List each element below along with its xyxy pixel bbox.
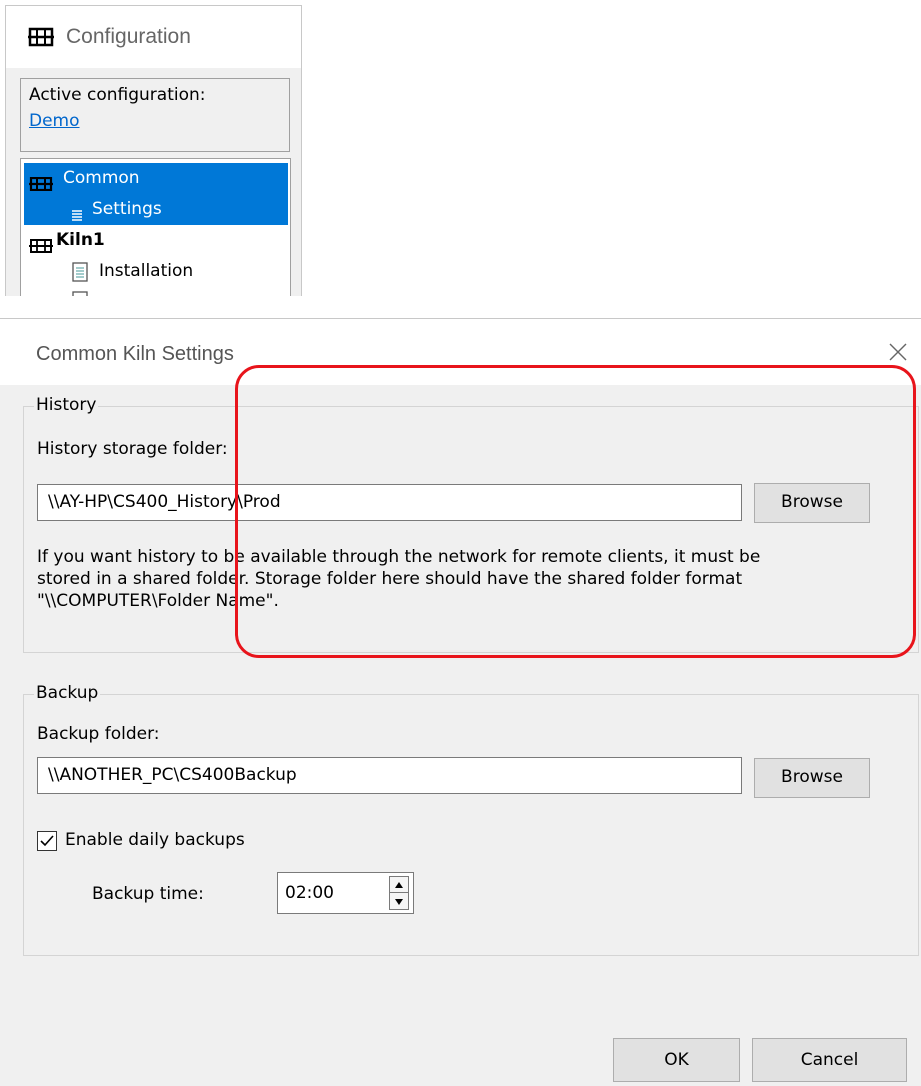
tree-item-settings[interactable]: Settings [24, 194, 288, 225]
backup-group-label: Backup [34, 683, 101, 703]
active-configuration-label: Active configuration: [29, 85, 206, 105]
active-configuration-box: Active configuration: Demo [20, 78, 290, 152]
enable-daily-backups-label: Enable daily backups [65, 830, 245, 850]
tree-item-label: Installation [99, 261, 194, 281]
history-info-line: If you want history to be available thro… [37, 547, 761, 567]
history-info-line: stored in a shared folder. Storage folde… [37, 569, 743, 589]
configuration-title: Configuration [66, 25, 191, 48]
backup-folder-input[interactable]: \\ANOTHER_PC\CS400Backup [37, 757, 742, 794]
document-icon [72, 291, 88, 296]
spinner-buttons [389, 876, 409, 910]
tree-item-label: Common [63, 168, 140, 188]
kiln-icon [28, 26, 54, 52]
tree-item-common[interactable]: Common [24, 163, 288, 194]
common-kiln-settings-dialog: Common Kiln Settings History History sto… [0, 318, 921, 1086]
triangle-down-icon [395, 899, 403, 905]
tree-item-installation[interactable]: Installation [24, 256, 288, 287]
tree-item-partial[interactable] [24, 287, 288, 296]
dialog-title: Common Kiln Settings [36, 343, 234, 365]
backup-time-label: Backup time: [92, 884, 204, 904]
ok-button[interactable]: OK [613, 1038, 740, 1082]
backup-folder-label: Backup folder: [37, 724, 160, 744]
history-group-label: History [34, 395, 99, 415]
history-info-line: "\\COMPUTER\Folder Name". [37, 591, 279, 611]
configuration-header: Configuration [6, 6, 301, 68]
cancel-button[interactable]: Cancel [752, 1038, 907, 1082]
close-icon[interactable] [885, 339, 911, 365]
triangle-up-icon [395, 882, 403, 888]
tree-item-label: Kiln1 [56, 230, 105, 250]
history-info-text: If you want history to be available thro… [37, 546, 760, 612]
tree-item-label: Settings [92, 199, 162, 219]
dialog-titlebar: Common Kiln Settings [0, 319, 921, 385]
configuration-panel: Configuration Active configuration: Demo… [5, 5, 302, 296]
checkmark-icon[interactable] [37, 831, 57, 851]
history-folder-label: History storage folder: [37, 439, 228, 459]
backup-time-value[interactable]: 02:00 [285, 883, 334, 903]
tree-item-kiln1[interactable]: Kiln1 [24, 225, 288, 256]
spin-down-button[interactable] [390, 894, 408, 910]
history-folder-input[interactable]: \\AY-HP\CS400_History\Prod [37, 484, 742, 521]
active-configuration-link[interactable]: Demo [29, 111, 80, 131]
spin-up-button[interactable] [390, 877, 408, 893]
configuration-tree[interactable]: Common Settings Kiln1 Installation [20, 158, 291, 296]
backup-browse-button[interactable]: Browse [754, 758, 870, 798]
history-browse-button[interactable]: Browse [754, 483, 870, 523]
